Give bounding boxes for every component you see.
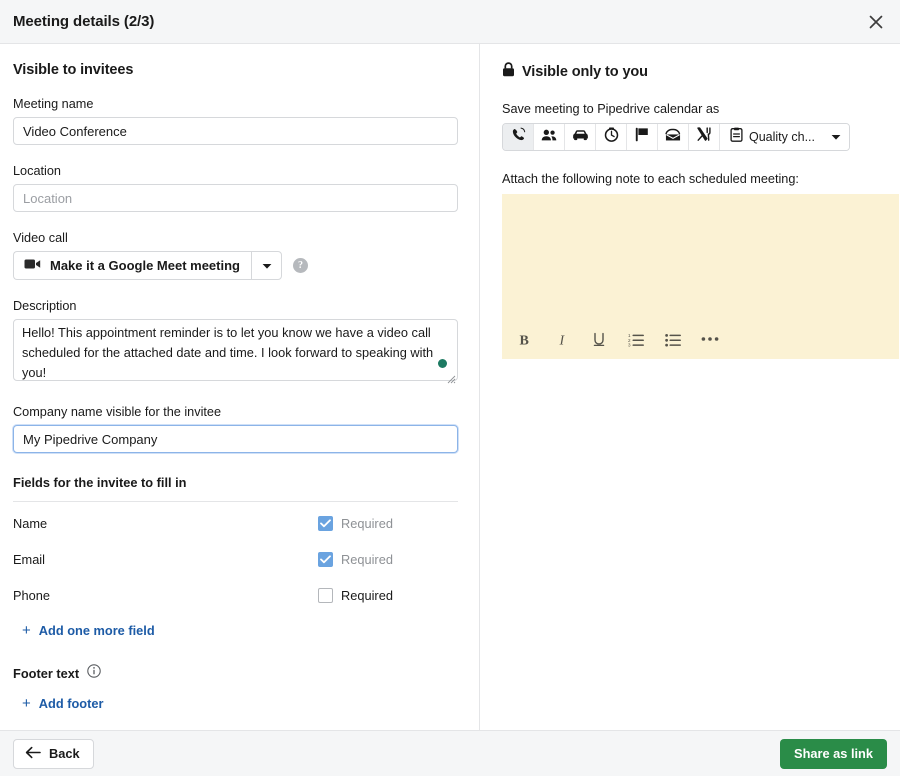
back-button-label: Back bbox=[49, 746, 80, 761]
lunch-icon bbox=[696, 127, 712, 147]
footer-text-heading: Footer text bbox=[13, 666, 80, 681]
share-as-link-button[interactable]: Share as link bbox=[780, 738, 887, 769]
people-icon bbox=[541, 128, 557, 147]
activity-type-deadline[interactable] bbox=[627, 124, 658, 150]
checkbox-icon[interactable] bbox=[318, 587, 333, 603]
svg-text:I: I bbox=[558, 333, 565, 347]
meeting-name-input[interactable] bbox=[13, 117, 458, 145]
visible-only-to-you-panel: Visible only to you Save meeting to Pipe… bbox=[480, 44, 899, 730]
plus-icon: + bbox=[22, 622, 31, 639]
description-status-dot bbox=[438, 359, 447, 368]
note-editor[interactable]: B I 1 2 3 bbox=[502, 194, 899, 359]
description-label: Description bbox=[13, 299, 77, 313]
clipboard-icon bbox=[730, 127, 743, 147]
svg-text:B: B bbox=[519, 333, 528, 347]
description-textarea[interactable]: Hello! This appointment reminder is to l… bbox=[13, 319, 458, 381]
activity-type-email[interactable] bbox=[658, 124, 689, 150]
video-call-label: Video call bbox=[13, 231, 68, 245]
invitee-field-row-phone: Phone Required bbox=[13, 580, 458, 610]
add-footer-label: Add footer bbox=[38, 696, 104, 711]
invitee-field-row-email: Email Required bbox=[13, 544, 458, 574]
footer-text-heading-row: Footer text bbox=[13, 664, 479, 683]
numbered-list-icon[interactable]: 1 2 3 bbox=[625, 328, 647, 350]
checkbox-icon[interactable] bbox=[318, 515, 333, 531]
checkbox-icon[interactable] bbox=[318, 551, 333, 567]
activity-type-lunch[interactable] bbox=[689, 124, 720, 150]
location-label: Location bbox=[13, 164, 61, 178]
modal-footer: Back Share as link bbox=[0, 730, 900, 776]
page-title: Meeting details (2/3) bbox=[13, 13, 155, 30]
required-label: Required bbox=[341, 515, 393, 531]
activity-type-deal[interactable] bbox=[565, 124, 596, 150]
activity-subtype-label: Quality ch... bbox=[749, 130, 815, 144]
bold-icon[interactable]: B bbox=[514, 328, 536, 350]
add-one-more-field-button[interactable]: + Add one more field bbox=[22, 623, 479, 638]
required-toggle-email[interactable]: Required bbox=[318, 551, 458, 567]
field-label-name: Name bbox=[13, 515, 48, 531]
italic-icon[interactable]: I bbox=[551, 328, 573, 350]
required-label: Required bbox=[341, 551, 393, 567]
fields-divider bbox=[13, 501, 458, 502]
activity-subtype-dropdown[interactable]: Quality ch... bbox=[720, 124, 849, 150]
description-wrapper: Hello! This appointment reminder is to l… bbox=[13, 319, 458, 386]
video-camera-icon bbox=[24, 257, 41, 275]
note-editor-toolbar: B I 1 2 3 bbox=[502, 319, 899, 359]
email-icon bbox=[665, 128, 681, 147]
chevron-down-icon bbox=[262, 257, 272, 275]
attach-note-label: Attach the following note to each schedu… bbox=[502, 172, 799, 186]
video-call-dropdown-toggle[interactable] bbox=[251, 251, 282, 280]
add-one-more-field-label: Add one more field bbox=[38, 623, 155, 638]
plus-icon: + bbox=[22, 695, 31, 712]
activity-type-task[interactable] bbox=[596, 124, 627, 150]
chevron-down-icon bbox=[831, 128, 841, 146]
back-button[interactable]: Back bbox=[13, 738, 94, 769]
invitee-field-row-name: Name Required bbox=[13, 508, 458, 538]
required-toggle-phone[interactable]: Required bbox=[318, 587, 458, 603]
bulleted-list-icon[interactable] bbox=[662, 328, 684, 350]
company-name-input[interactable] bbox=[13, 425, 458, 453]
car-icon bbox=[572, 128, 589, 146]
arrow-left-icon bbox=[25, 746, 41, 762]
activity-type-meeting[interactable] bbox=[534, 124, 565, 150]
required-toggle-name[interactable]: Required bbox=[318, 515, 458, 531]
calendar-type-label: Save meeting to Pipedrive calendar as bbox=[502, 102, 720, 116]
modal-header: Meeting details (2/3) bbox=[0, 0, 900, 44]
left-panel-heading: Visible to invitees bbox=[13, 62, 134, 78]
info-circle-icon[interactable] bbox=[87, 664, 101, 683]
activity-type-selector: Quality ch... bbox=[502, 123, 850, 151]
flag-icon bbox=[635, 127, 649, 147]
underline-icon[interactable] bbox=[588, 328, 610, 350]
activity-type-phone[interactable] bbox=[503, 124, 534, 150]
required-label: Required bbox=[341, 587, 393, 603]
more-options-icon[interactable] bbox=[699, 328, 721, 350]
fields-section-heading: Fields for the invitee to fill in bbox=[13, 475, 187, 490]
video-call-row: Make it a Google Meet meeting ? bbox=[13, 251, 479, 280]
visible-to-invitees-panel: Visible to invitees Meeting name Locatio… bbox=[0, 44, 480, 730]
google-meet-label: Make it a Google Meet meeting bbox=[50, 258, 240, 273]
right-panel-heading-row: Visible only to you bbox=[502, 44, 899, 82]
close-icon[interactable] bbox=[862, 8, 890, 36]
help-circle-icon[interactable]: ? bbox=[293, 258, 308, 273]
lock-icon bbox=[502, 62, 515, 82]
meeting-name-label: Meeting name bbox=[13, 97, 94, 111]
phone-icon bbox=[511, 127, 526, 147]
modal-body: Visible to invitees Meeting name Locatio… bbox=[0, 44, 900, 730]
location-input[interactable] bbox=[13, 184, 458, 212]
svg-text:3: 3 bbox=[628, 342, 631, 347]
clock-icon bbox=[604, 127, 619, 147]
field-label-phone: Phone bbox=[13, 587, 51, 603]
company-name-label: Company name visible for the invitee bbox=[13, 405, 222, 419]
add-footer-button[interactable]: + Add footer bbox=[22, 696, 479, 711]
field-label-email: Email bbox=[13, 551, 45, 567]
right-panel-heading: Visible only to you bbox=[522, 64, 648, 80]
google-meet-button[interactable]: Make it a Google Meet meeting bbox=[13, 251, 251, 280]
